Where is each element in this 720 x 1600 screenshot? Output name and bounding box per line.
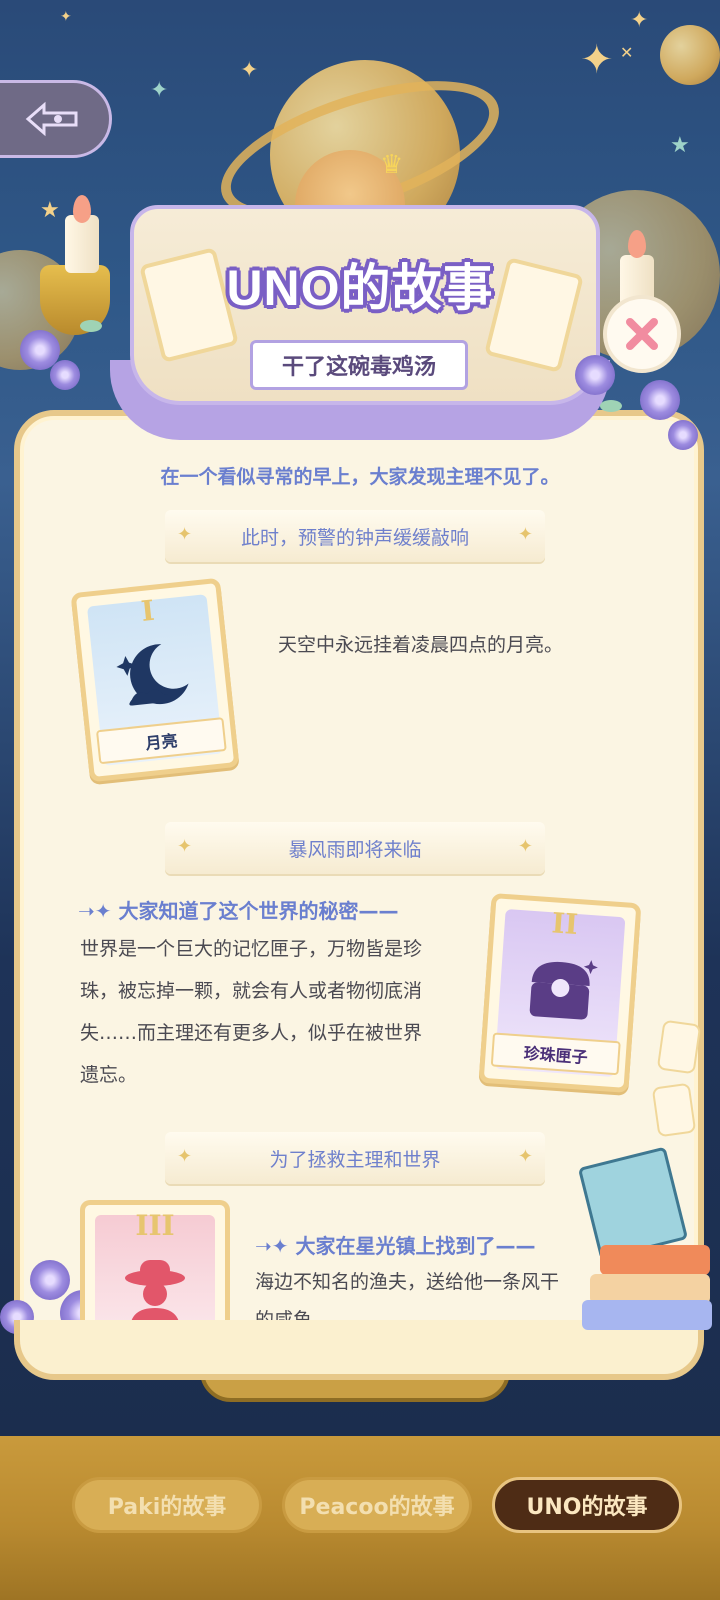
star-icon: ✦ [240,58,259,83]
section-heading-text: 大家在星光镇上找到了—— [295,1234,536,1258]
card-numeral: III [135,1209,175,1242]
tab-paki-story[interactable]: Paki的故事 [72,1477,262,1533]
moon-icon [116,644,189,706]
section-heading: ➝✦ 大家在星光镇上找到了—— [255,1230,535,1259]
body-line: 失……而主理还有更多人，似乎在被世界 [80,1022,423,1044]
flower-decoration [668,420,698,450]
comet-icon: ➝✦ [78,899,119,923]
tab-label: Peacoo的故事 [299,1495,455,1520]
comet-icon: ➝✦ [255,1234,296,1258]
tarot-card-fisherman: III [80,1200,230,1330]
star-icon: ✦ [60,9,72,25]
flower-decoration [50,360,80,390]
flower-decoration [575,355,615,395]
book-decoration [577,1146,689,1261]
body-line: 海边不知名的渔夫，送给他一条风干 [255,1271,560,1293]
section-banner-text: 暴风雨即将来临 [288,838,422,861]
story-intro: 在一个看似寻常的早上，大家发现主理不见了。 [160,466,560,488]
tarot-card-moon: I 月亮 [70,577,240,783]
page-title: UNO的故事 [226,260,494,316]
sparkle-icon: ✦ [517,1146,533,1167]
mini-card-decoration [656,1019,702,1075]
body-line: 世界是一个巨大的记忆匣子，万物皆是珍 [80,938,423,960]
book-stack-decoration [577,1146,720,1340]
book-decoration [582,1300,712,1330]
sparkle-icon: ✦ [177,524,193,545]
leaf-decoration [600,400,622,412]
body-line: 珠，被忘掉一颗，就会有人或者物彻底消 [80,980,423,1002]
page-subtitle: 干了这碗毒鸡汤 [250,340,468,390]
sparkle-icon: ✦ [177,836,193,857]
section-banner-text: 为了拯救主理和世界 [269,1148,441,1171]
close-button[interactable] [603,295,681,373]
star-icon: ★ [40,198,60,223]
star-icon: ★ [670,133,690,158]
back-arrow-icon [25,101,78,137]
section-heading: ➝✦ 大家知道了这个世界的秘密—— [78,895,398,924]
flame-icon [73,195,91,223]
body-line: 遗忘。 [80,1064,138,1086]
sparkle-icon: ✦ [517,836,533,857]
tab-peacoo-story[interactable]: Peacoo的故事 [282,1477,472,1533]
section-banner-text: 此时，预警的钟声缓缓敲响 [240,526,469,549]
star-icon: ✦ [630,8,649,33]
back-button[interactable] [0,80,112,158]
tab-uno-story[interactable]: UNO的故事 [492,1477,682,1533]
section-text: 天空中永远挂着凌晨四点的月亮。 [278,634,564,656]
section-heading-text: 大家知道了这个世界的秘密—— [118,899,399,923]
tab-bar-lower [0,1526,720,1600]
leaf-decoration [80,320,102,332]
section-body: 世界是一个巨大的记忆匣子，万物皆是珍 珠，被忘掉一颗，就会有人或者物彻底消 失…… [80,928,480,1096]
section-banner: ✦ 为了拯救主理和世界 ✦ [165,1132,545,1184]
star-icon: ✕ [620,43,634,62]
sparkle-icon: ✦ [517,524,533,545]
fisherman-icon [125,1260,185,1330]
sparkle-icon: ✦ [177,1146,193,1167]
mini-card-decoration [651,1082,697,1138]
pearl-box-icon [529,960,598,1020]
crown-icon: ♛ [380,150,404,180]
tab-label: Paki的故事 [107,1495,227,1520]
section-banner: ✦ 暴风雨即将来临 ✦ [165,822,545,874]
tarot-card-pearl-box: II 珍珠匣子 [478,892,642,1094]
tab-label: UNO的故事 [526,1495,648,1520]
planet-decoration [660,25,720,85]
star-icon: ✦ [150,78,169,103]
flower-decoration [640,380,680,420]
section-banner: ✦ 此时，预警的钟声缓缓敲响 ✦ [165,510,545,562]
close-icon [626,318,658,350]
star-icon: ✦ [580,37,614,83]
flower-decoration [30,1260,70,1300]
book-decoration [600,1245,710,1275]
